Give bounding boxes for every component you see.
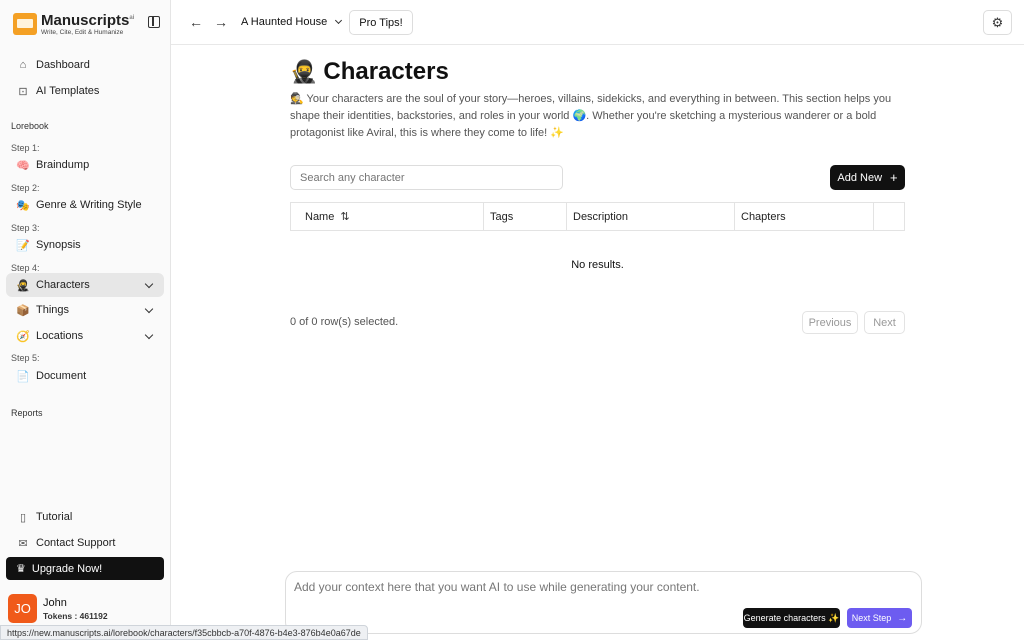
link-preview-status: https://new.manuscripts.ai/lorebook/char…	[0, 625, 368, 640]
page-title-text: Characters	[323, 58, 449, 85]
pro-tips-button[interactable]: Pro Tips!	[349, 10, 413, 35]
search-input[interactable]	[290, 165, 563, 190]
forward-arrow-icon[interactable]: →	[214, 14, 228, 30]
step-label: Step 2:	[11, 183, 40, 193]
sidebar-item-tutorial[interactable]: ▯ Tutorial	[6, 505, 164, 529]
column-header-description: Description	[566, 203, 734, 230]
sidebar-item-label: Characters	[36, 279, 90, 291]
user-tokens: Tokens : 461192	[43, 610, 108, 621]
ninja-icon: 🥷	[290, 59, 318, 84]
sidebar-item-synopsis[interactable]: 📝 Synopsis	[6, 233, 164, 257]
chevron-down-icon[interactable]	[144, 304, 154, 314]
page-icon: 📄	[16, 370, 30, 383]
sidebar-item-label: Document	[36, 370, 87, 382]
book-icon: ▯	[19, 511, 27, 524]
sidebar-item-genre[interactable]: 🎭 Genre & Writing Style	[6, 193, 164, 217]
upgrade-label: Upgrade Now!	[31, 562, 103, 575]
sidebar-toggle-icon[interactable]	[148, 16, 160, 28]
logo-mark-icon	[13, 12, 37, 35]
sidebar-item-dashboard[interactable]: ⌂ Dashboard	[6, 53, 164, 77]
characters-table: Name ⇅ Tags Description Chapters	[290, 202, 905, 231]
brand-suffix: ai	[129, 15, 135, 21]
compass-icon: 🧭	[16, 330, 30, 343]
step-label: Step 4:	[11, 263, 40, 273]
home-icon: ⌂	[19, 59, 27, 71]
sidebar-item-label: AI Templates	[36, 85, 100, 97]
robot-icon: ⊡	[18, 85, 28, 98]
sort-icon[interactable]: ⇅	[340, 210, 349, 223]
selection-count: 0 of 0 row(s) selected.	[290, 316, 399, 328]
top-bar: ← → A Haunted House Pro Tips! ⚙	[171, 0, 1024, 45]
column-header-actions	[873, 203, 904, 230]
chevron-down-icon[interactable]	[144, 279, 154, 289]
step-label: Step 3:	[11, 223, 40, 233]
gear-icon: ⚙	[991, 14, 1004, 30]
sidebar-item-label: Contact Support	[36, 537, 116, 549]
next-step-label: Next Step	[851, 613, 892, 623]
brand-logo[interactable]: Manuscriptsai Write, Cite, Edit & Humani…	[13, 11, 134, 36]
chevron-down-icon	[335, 16, 343, 25]
upgrade-button[interactable]: ♛ Upgrade Now!	[6, 557, 164, 580]
column-header-tags: Tags	[483, 203, 566, 230]
memo-icon: 📝	[16, 239, 30, 252]
arrow-right-icon: →	[897, 612, 908, 624]
sidebar-item-label: Things	[36, 304, 70, 316]
brand-tagline: Write, Cite, Edit & Humanize	[41, 29, 124, 36]
sidebar-item-label: Tutorial	[36, 511, 73, 523]
column-header-label: Name	[305, 210, 335, 223]
section-label-lorebook: Lorebook	[11, 121, 49, 131]
avatar: JO	[8, 594, 37, 623]
add-new-label: Add New	[837, 171, 883, 184]
sidebar-item-label: Braindump	[36, 159, 90, 171]
sidebar-item-label: Dashboard	[36, 59, 90, 71]
user-profile[interactable]: JO John Tokens : 461192	[8, 594, 108, 623]
step-label: Step 1:	[11, 143, 40, 153]
settings-button[interactable]: ⚙	[983, 10, 1012, 35]
sidebar-item-ai-templates[interactable]: ⊡ AI Templates	[6, 79, 164, 103]
sidebar-item-locations[interactable]: 🧭 Locations	[6, 324, 164, 348]
ai-context-input[interactable]: Add your context here that you want AI t…	[294, 580, 700, 594]
next-page-button[interactable]: Next	[864, 311, 905, 334]
section-label-reports[interactable]: Reports	[11, 408, 43, 418]
column-header-label: Description	[573, 210, 629, 223]
user-name: John	[43, 596, 67, 609]
page-title: 🥷 Characters	[290, 58, 449, 86]
sidebar-item-things[interactable]: 📦 Things	[6, 298, 164, 322]
column-header-chapters: Chapters	[734, 203, 873, 230]
ninja-icon: 🥷	[16, 279, 30, 292]
project-selector[interactable]: A Haunted House	[241, 16, 343, 28]
sidebar-item-label: Synopsis	[36, 239, 81, 251]
project-name: A Haunted House	[241, 16, 328, 28]
brain-icon: 🧠	[16, 159, 30, 172]
empty-state: No results.	[571, 259, 624, 271]
sidebar-item-label: Locations	[36, 330, 84, 342]
sidebar: Manuscriptsai Write, Cite, Edit & Humani…	[0, 0, 171, 640]
chevron-down-icon[interactable]	[144, 330, 154, 340]
add-new-button[interactable]: Add New +	[830, 165, 905, 190]
brand-name: Manuscripts	[41, 12, 130, 29]
masks-icon: 🎭	[16, 199, 30, 212]
column-header-name[interactable]: Name ⇅	[299, 203, 483, 230]
back-arrow-icon[interactable]: ←	[189, 14, 203, 30]
page-description: 🕵️ Your characters are the soul of your …	[290, 93, 892, 139]
crown-icon: ♛	[16, 563, 26, 575]
generate-characters-button[interactable]: Generate characters ✨	[743, 608, 840, 628]
next-step-button[interactable]: Next Step →	[847, 608, 912, 628]
mail-icon: ✉	[18, 537, 28, 550]
previous-page-button[interactable]: Previous	[802, 311, 858, 334]
package-icon: 📦	[16, 304, 30, 317]
column-header-label: Tags	[490, 210, 514, 223]
sidebar-item-contact-support[interactable]: ✉ Contact Support	[6, 531, 164, 555]
sidebar-item-braindump[interactable]: 🧠 Braindump	[6, 153, 164, 177]
column-header-label: Chapters	[741, 210, 786, 223]
plus-icon: +	[890, 170, 898, 185]
sidebar-item-characters[interactable]: 🥷 Characters	[6, 273, 164, 297]
step-label: Step 5:	[11, 353, 40, 363]
sidebar-item-document[interactable]: 📄 Document	[6, 364, 164, 388]
sidebar-item-label: Genre & Writing Style	[36, 199, 142, 211]
ai-context-box: Add your context here that you want AI t…	[285, 571, 922, 634]
